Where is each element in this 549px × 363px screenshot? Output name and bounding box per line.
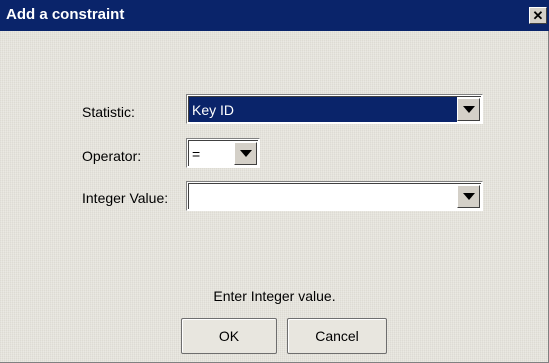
integer-value-frame — [188, 183, 481, 209]
chevron-down-icon — [239, 150, 252, 157]
operator-dropdown[interactable]: = — [186, 138, 260, 168]
integer-value-dropdown-arrow[interactable] — [457, 185, 480, 208]
operator-label: Operator: — [82, 148, 142, 164]
statistic-value: Key ID — [192, 101, 235, 118]
cancel-button[interactable]: Cancel — [287, 318, 387, 354]
title-bar[interactable]: Add a constraint ✕ — [0, 0, 549, 31]
operator-value: = — [192, 145, 201, 162]
integer-value-label: Integer Value: — [82, 190, 169, 206]
close-icon: ✕ — [532, 8, 544, 23]
operator-dropdown-arrow[interactable] — [234, 142, 257, 165]
operator-dropdown-frame: = — [188, 140, 258, 166]
ok-button[interactable]: OK — [181, 318, 277, 354]
statistic-dropdown-arrow[interactable] — [457, 98, 480, 121]
integer-value-combobox[interactable] — [186, 181, 483, 211]
chevron-down-icon — [462, 193, 475, 200]
add-constraint-dialog: Add a constraint ✕ Statistic: Key ID Ope… — [0, 0, 549, 363]
statistic-label: Statistic: — [82, 104, 135, 120]
status-message: Enter Integer value. — [213, 288, 336, 304]
close-button[interactable]: ✕ — [529, 7, 547, 24]
dialog-title: Add a constraint — [6, 6, 125, 23]
statistic-dropdown-frame: Key ID — [188, 96, 481, 122]
statistic-dropdown[interactable]: Key ID — [186, 94, 483, 124]
chevron-down-icon — [462, 106, 475, 113]
